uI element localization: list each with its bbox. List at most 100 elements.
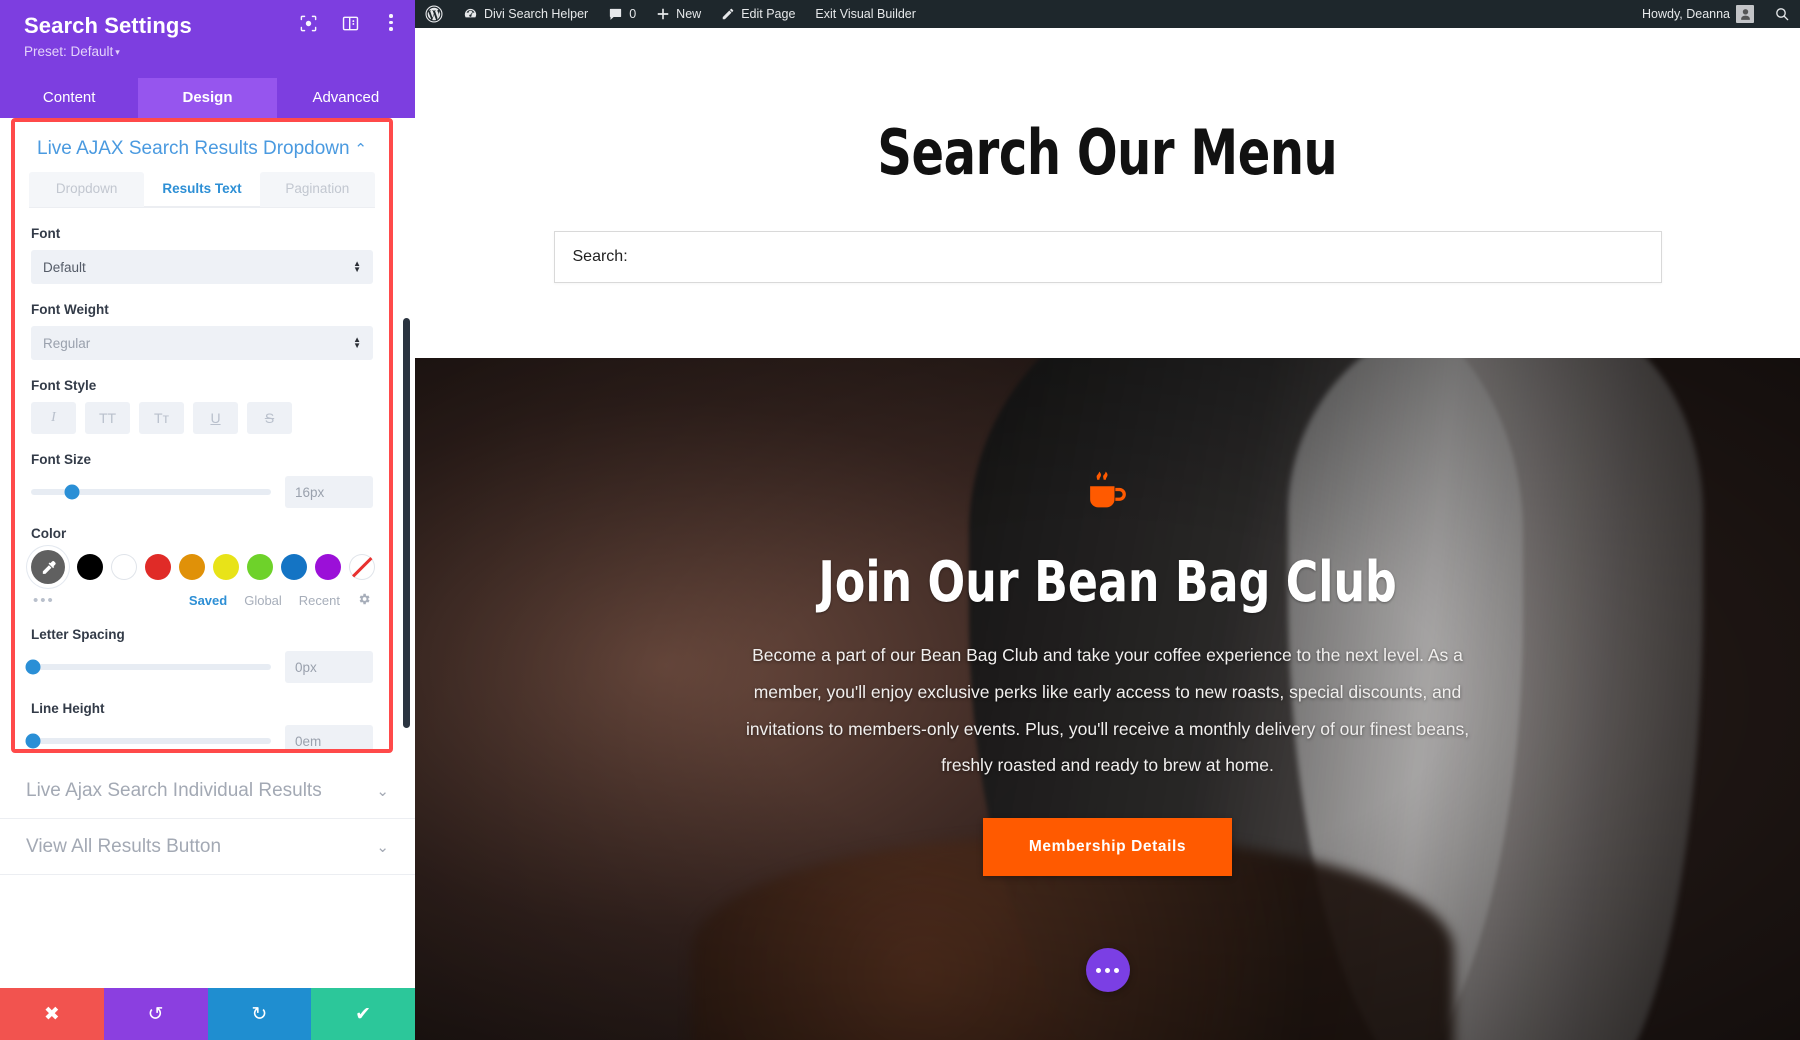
swatch-black[interactable]	[77, 554, 103, 580]
hero-paragraph: Become a part of our Bean Bag Club and t…	[745, 645, 1470, 776]
italic-button[interactable]: I	[31, 402, 76, 434]
more-colors-button[interactable]: •••	[33, 592, 55, 609]
line-height-slider[interactable]	[25, 733, 271, 749]
layout-panel-icon[interactable]	[341, 14, 361, 34]
fab-dot	[1096, 967, 1101, 973]
settings-panel-header: Search Settings Preset: Default ▾	[0, 0, 415, 78]
swatch-transparent[interactable]	[349, 554, 375, 580]
gear-icon[interactable]	[357, 592, 371, 609]
settings-panel-body: Live AJAX Search Results Dropdown ⌃ Drop…	[0, 118, 415, 988]
strikethrough-button[interactable]: S	[247, 402, 292, 434]
more-vertical-icon[interactable]	[383, 14, 399, 34]
font-style-buttons: I TT Tт U S	[31, 402, 373, 434]
toggle-live-ajax-search-individual-results[interactable]: Live Ajax Search Individual Results ⌄	[0, 763, 415, 819]
page-title: Search Our Menu	[877, 116, 1338, 189]
save-button[interactable]: ✔	[311, 988, 415, 1040]
font-size-value-input[interactable]: 16px	[285, 476, 373, 508]
wp-logo-item[interactable]	[415, 0, 453, 28]
spinner-icon: ▲ ▼	[353, 335, 361, 350]
tab-advanced[interactable]: Advanced	[277, 78, 415, 118]
letter-spacing-value-input[interactable]: 0px	[285, 651, 373, 683]
accordion-label: Live Ajax Search Individual Results	[26, 779, 322, 801]
font-label: Font	[31, 226, 61, 241]
membership-details-button[interactable]: Membership Details	[982, 818, 1233, 876]
subtab-pagination[interactable]: Pagination	[259, 172, 375, 207]
font-select-value: Default	[43, 259, 86, 275]
new-content-item[interactable]: New	[646, 0, 711, 28]
my-account-item[interactable]: Howdy, Deanna	[1632, 0, 1764, 28]
swatch-yellow[interactable]	[213, 554, 239, 580]
swatch-purple[interactable]	[315, 554, 341, 580]
greeting-label: Howdy, Deanna	[1641, 7, 1730, 21]
font-weight-select[interactable]: Regular ▲ ▼	[31, 326, 373, 360]
focus-target-icon[interactable]	[299, 14, 319, 34]
settings-header-icons	[299, 14, 399, 34]
comments-item[interactable]: 0	[598, 0, 646, 28]
plus-icon	[656, 7, 670, 21]
line-height-value-input[interactable]: 0em	[285, 725, 373, 749]
subtab-results-text[interactable]: Results Text	[144, 172, 260, 207]
tab-content[interactable]: Content	[0, 78, 138, 118]
chevron-down-icon: ⌄	[376, 838, 389, 856]
redo-button[interactable]: ↻	[207, 988, 312, 1040]
swatch-red[interactable]	[145, 554, 171, 580]
search-input[interactable]	[635, 248, 1643, 266]
subtab-dropdown[interactable]: Dropdown	[29, 172, 145, 207]
search-section: Search Our Menu Search:	[415, 28, 1800, 358]
palette-tab-global[interactable]: Global	[244, 593, 282, 608]
letter-spacing-slider-knob[interactable]	[25, 659, 41, 675]
font-size-label: Font Size	[31, 452, 91, 467]
swatch-orange[interactable]	[179, 554, 205, 580]
undo-button[interactable]: ↺	[103, 988, 208, 1040]
module-settings-panel: Search Settings Preset: Default ▾ Conten…	[0, 0, 415, 1040]
font-size-slider[interactable]	[31, 484, 271, 500]
palette-tab-recent[interactable]: Recent	[299, 593, 340, 608]
font-size-slider-knob[interactable]	[64, 484, 80, 500]
letter-spacing-slider[interactable]	[25, 659, 271, 675]
pencil-icon	[721, 7, 735, 21]
new-content-label: New	[676, 7, 702, 21]
underline-button[interactable]: U	[193, 402, 238, 434]
cancel-button[interactable]: ✖	[0, 988, 104, 1040]
exit-visual-builder-label: Exit Visual Builder	[815, 7, 916, 21]
tab-design[interactable]: Design	[138, 78, 277, 118]
font-weight-select-value: Regular	[43, 335, 91, 351]
palette-tab-saved[interactable]: Saved	[189, 593, 227, 608]
settings-tab-bar: Content Design Advanced	[0, 78, 415, 118]
wp-admin-bar: Divi Search Helper 0 New Edit Page Exit …	[415, 0, 1800, 28]
hero-heading: Join Our Bean Bag Club	[818, 550, 1397, 615]
field-letter-spacing: Letter Spacing 0px	[15, 627, 389, 683]
search-field-label: Search:	[572, 248, 628, 265]
exit-visual-builder-item[interactable]: Exit Visual Builder	[805, 0, 926, 28]
accordion-label: View All Results Button	[26, 835, 222, 857]
toggle-header-live-ajax-search-results-dropdown[interactable]: Live AJAX Search Results Dropdown ⌃	[15, 122, 389, 172]
comment-bubble-icon	[608, 7, 623, 22]
swatch-green[interactable]	[247, 554, 273, 580]
preset-label: Preset: Default	[24, 44, 114, 59]
page-settings-fab[interactable]	[1085, 948, 1130, 992]
font-select[interactable]: Default ▲ ▼	[31, 250, 373, 284]
uppercase-button[interactable]: TT	[85, 402, 130, 434]
field-line-height: Line Height 0em	[15, 701, 389, 749]
chevron-up-icon: ⌃	[354, 141, 367, 158]
admin-bar-right: Howdy, Deanna	[1632, 0, 1800, 28]
swatch-white[interactable]	[111, 554, 137, 580]
capitalize-button[interactable]: Tт	[139, 402, 184, 434]
fab-dot	[1105, 967, 1110, 973]
settings-panel-scrollbar[interactable]	[403, 318, 410, 728]
edit-page-label: Edit Page	[741, 7, 796, 21]
swatch-blue[interactable]	[281, 554, 307, 580]
toggle-view-all-results-button[interactable]: View All Results Button ⌄	[0, 819, 415, 875]
eyedropper-icon[interactable]	[31, 550, 65, 584]
field-font: Font Default ▲ ▼	[15, 226, 389, 284]
search-module[interactable]: Search:	[553, 231, 1662, 283]
admin-bar-search-button[interactable]	[1764, 0, 1800, 28]
field-color: Color ••• Saved Global Recent	[15, 526, 389, 609]
site-name-item[interactable]: Divi Search Helper	[453, 0, 598, 28]
line-height-slider-knob[interactable]	[25, 733, 41, 749]
results-text-toggle-group: Live AJAX Search Results Dropdown ⌃ Drop…	[11, 118, 393, 753]
preset-selector[interactable]: Preset: Default ▾	[24, 44, 397, 59]
edit-page-item[interactable]: Edit Page	[711, 0, 805, 28]
avatar	[1736, 5, 1754, 23]
field-font-style: Font Style I TT Tт U S	[15, 378, 389, 434]
